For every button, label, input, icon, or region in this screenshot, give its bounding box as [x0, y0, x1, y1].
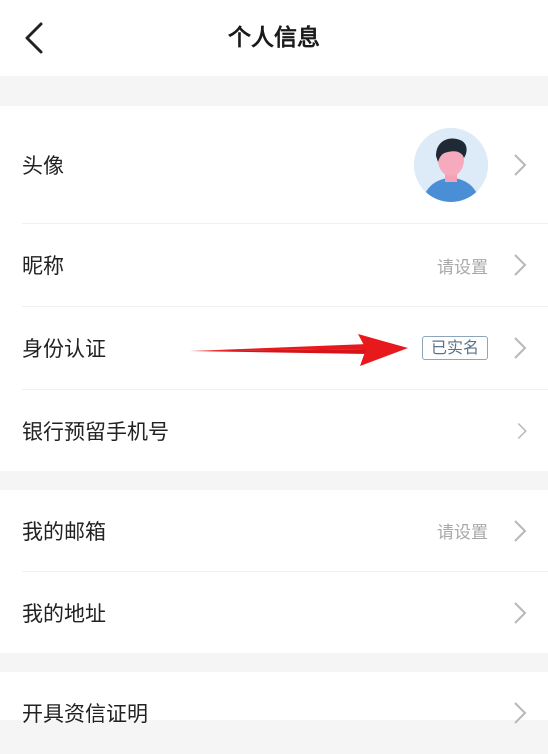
identity-row-label: 身份认证 [22, 337, 106, 361]
email-row[interactable]: 我的邮箱 请设置 [0, 490, 548, 571]
nickname-row-label: 昵称 [22, 254, 64, 278]
address-row-label: 我的地址 [22, 601, 106, 626]
email-row-label: 我的邮箱 [22, 519, 106, 544]
email-value: 请设置 [437, 523, 488, 543]
chevron-right-icon [517, 422, 527, 439]
nickname-row[interactable]: 昵称 请设置 [0, 224, 548, 306]
profile-group-credit: 开具资信证明 [0, 672, 548, 726]
avatar-row[interactable]: 头像 [0, 106, 548, 223]
chevron-right-icon [514, 702, 527, 724]
chevron-right-icon [514, 519, 527, 542]
nickname-value: 请设置 [437, 257, 488, 278]
page-title: 个人信息 [228, 25, 320, 51]
chevron-right-icon [514, 601, 527, 624]
red-arrow-annotation [190, 334, 408, 366]
profile-group-contact: 我的邮箱 请设置 我的地址 [0, 490, 548, 653]
profile-group-basic: 头像 昵称 请设置 身份认证 已实名 银行预留手机号 [0, 106, 548, 471]
chevron-right-icon [514, 337, 527, 359]
chevron-right-icon [514, 254, 527, 276]
credit-certificate-row[interactable]: 开具资信证明 [0, 672, 548, 754]
header-bar: 个人信息 [0, 0, 548, 76]
chevron-right-icon [514, 153, 527, 176]
avatar-row-label: 头像 [22, 153, 64, 178]
credit-row-label: 开具资信证明 [22, 702, 148, 726]
bank-phone-row[interactable]: 银行预留手机号 [0, 390, 548, 471]
bank-phone-row-label: 银行预留手机号 [22, 419, 169, 444]
address-row[interactable]: 我的地址 [0, 572, 548, 653]
verified-badge: 已实名 [421, 336, 488, 360]
user-avatar [414, 128, 488, 202]
